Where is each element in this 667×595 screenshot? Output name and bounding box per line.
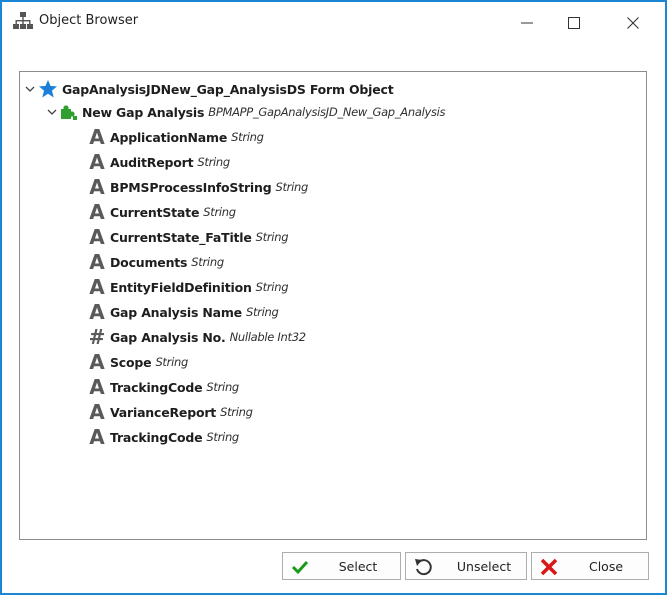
minimize-icon <box>521 22 533 24</box>
property-row[interactable]: A TrackingCode String <box>88 426 239 448</box>
close-icon <box>627 17 639 29</box>
property-row[interactable]: A Scope String <box>88 351 188 373</box>
text-type-icon: A <box>89 300 105 324</box>
property-row[interactable]: A VarianceReport String <box>88 401 253 423</box>
property-row[interactable]: A CurrentState_FaTitle String <box>88 226 288 248</box>
select-button-label: Select <box>338 559 378 574</box>
object-browser-window: Object Browser GapAnalysisJDNew_Gap_Anal… <box>0 0 667 595</box>
chevron-down-icon[interactable] <box>46 106 58 118</box>
number-type-icon: # <box>88 325 106 349</box>
property-row[interactable]: A Gap Analysis Name String <box>88 300 279 324</box>
text-type-icon: A <box>89 275 105 299</box>
property-type: String <box>275 180 308 194</box>
property-type: String <box>206 430 239 444</box>
tree-root-node[interactable]: GapAnalysisJDNew_Gap_AnalysisDS Form Obj… <box>24 78 394 100</box>
property-row[interactable]: A EntityFieldDefinition String <box>88 276 288 298</box>
property-row[interactable]: A AuditReport String <box>88 151 230 173</box>
property-name: BPMSProcessInfoString <box>110 179 272 195</box>
child-node-label: New Gap Analysis <box>82 104 205 120</box>
undo-icon <box>415 559 432 576</box>
property-type: String <box>255 230 289 244</box>
minimize-button[interactable] <box>504 2 550 44</box>
property-row[interactable]: A TrackingCode String <box>88 376 239 398</box>
property-name: Scope <box>110 354 152 370</box>
text-type-icon: A <box>89 400 105 424</box>
property-type: String <box>255 280 289 294</box>
window-title: Object Browser <box>39 13 139 28</box>
property-type: String <box>231 130 264 144</box>
checkmark-icon <box>291 560 309 575</box>
property-name: VarianceReport <box>110 404 217 420</box>
unselect-button-label: Unselect <box>456 559 512 574</box>
text-type-icon: A <box>89 375 105 399</box>
select-button[interactable]: Select <box>282 552 401 580</box>
close-window-button[interactable] <box>610 2 656 44</box>
unselect-button[interactable]: Unselect <box>405 552 527 580</box>
text-type-icon: A <box>89 150 105 174</box>
property-type: String <box>155 355 188 369</box>
text-type-icon: A <box>89 200 105 224</box>
close-button-label: Close <box>588 559 624 574</box>
property-type: String <box>197 155 230 169</box>
maximize-icon <box>568 17 580 29</box>
property-type: String <box>203 205 236 219</box>
tree-child-node[interactable]: New Gap Analysis BPMAPP_GapAnalysisJD_Ne… <box>46 101 446 123</box>
hierarchy-icon <box>13 12 33 29</box>
property-row[interactable]: A BPMSProcessInfoString String <box>88 176 308 198</box>
text-type-icon: A <box>89 225 105 249</box>
text-type-icon: A <box>89 425 105 449</box>
property-name: CurrentState <box>110 204 200 220</box>
text-type-icon: A <box>89 175 105 199</box>
property-name: Gap Analysis Name <box>110 304 242 320</box>
text-type-icon: A <box>89 350 105 374</box>
property-name: TrackingCode <box>110 379 203 395</box>
property-name: TrackingCode <box>110 429 203 445</box>
text-type-icon: A <box>89 250 105 274</box>
property-name: CurrentState_FaTitle <box>110 229 252 245</box>
puzzle-icon <box>61 105 77 120</box>
star-icon <box>39 80 57 98</box>
property-type: String <box>191 255 224 269</box>
chevron-down-icon[interactable] <box>24 83 36 95</box>
property-row[interactable]: A Documents String <box>88 251 224 273</box>
child-node-type: BPMAPP_GapAnalysisJD_New_Gap_Analysis <box>208 105 446 119</box>
property-name: EntityFieldDefinition <box>110 279 252 295</box>
property-type: String <box>245 305 279 319</box>
root-node-label: GapAnalysisJDNew_Gap_AnalysisDS Form Obj… <box>62 81 394 97</box>
property-type: String <box>220 405 253 419</box>
object-tree[interactable]: GapAnalysisJDNew_Gap_AnalysisDS Form Obj… <box>19 71 647 540</box>
property-type: Nullable Int32 <box>229 330 306 344</box>
title-bar: Object Browser <box>2 2 665 44</box>
property-row[interactable]: A ApplicationName String <box>88 126 264 148</box>
text-type-icon: A <box>89 125 105 149</box>
property-name: Documents <box>110 254 188 270</box>
close-button[interactable]: Close <box>531 552 649 580</box>
property-row[interactable]: A CurrentState String <box>88 201 236 223</box>
property-type: String <box>206 380 239 394</box>
property-name: AuditReport <box>110 154 194 170</box>
property-name: ApplicationName <box>110 129 228 145</box>
property-row[interactable]: # Gap Analysis No. Nullable Int32 <box>88 326 306 348</box>
x-icon <box>540 558 558 576</box>
maximize-button[interactable] <box>551 2 597 44</box>
property-name: Gap Analysis No. <box>110 329 226 345</box>
